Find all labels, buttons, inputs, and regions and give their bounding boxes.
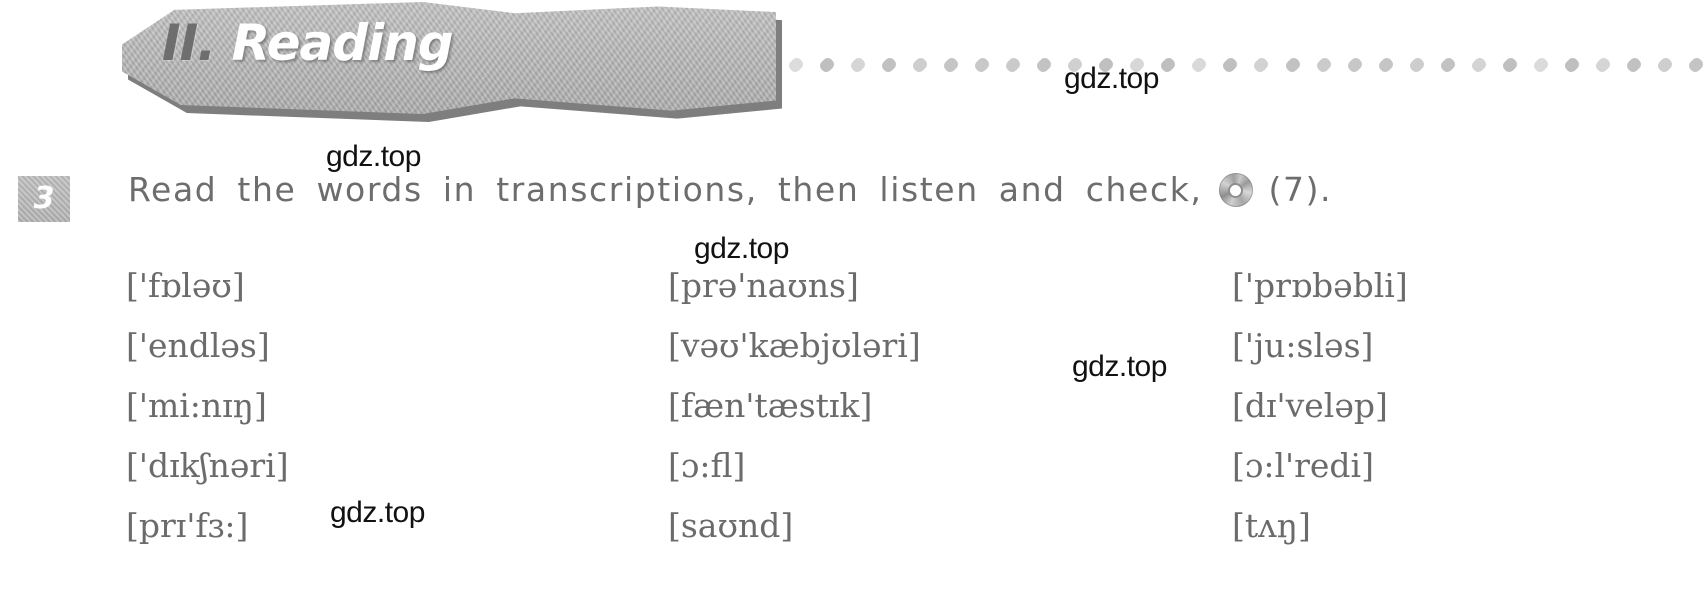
transcription-item: [dɪ'veləp] [1232, 386, 1388, 425]
rule-dot-icon [1686, 55, 1706, 75]
transcription-column-2: [prə'naʊns] [vəʊ'kæbjʊləri] [fæn'tæstɪk]… [668, 256, 921, 556]
watermark: gdz.top [1072, 350, 1167, 383]
rule-dot-icon [1407, 55, 1426, 75]
rule-dot-icon [1345, 55, 1364, 75]
transcription-item: ['fɒləʊ] [126, 266, 245, 305]
rule-dot-icon [1500, 55, 1519, 75]
transcription-item: [saʊnd] [668, 506, 794, 545]
watermark: gdz.top [1064, 62, 1159, 95]
watermark: gdz.top [326, 140, 421, 173]
rule-dot-icon [972, 55, 992, 75]
rule-dot-icon [1283, 55, 1302, 75]
rule-dot-icon [1376, 55, 1395, 75]
transcription-item: ['prɒbəbli] [1232, 266, 1408, 305]
rule-dot-icon [1035, 55, 1054, 75]
rule-dot-icon [1221, 55, 1240, 75]
rule-dot-icon [1004, 55, 1023, 75]
section-banner: II. Reading [122, 2, 782, 124]
transcription-item: ['ju:sləs] [1232, 326, 1374, 365]
rule-dot-icon [1190, 55, 1209, 75]
transcription-item: [ɔ:l'redi] [1232, 446, 1374, 485]
worksheet-page: II. Reading 3 Read the words in transcri… [0, 0, 1707, 615]
transcription-column-3: ['prɒbəbli] ['ju:sləs] [dɪ'veləp] [ɔ:l'r… [1232, 256, 1408, 556]
transcription-item: [fæn'tæstɪk] [668, 386, 873, 425]
rule-dot-icon [910, 55, 930, 75]
exercise-number-badge: 3 [18, 176, 70, 222]
rule-dot-icon [848, 55, 868, 75]
rule-dot-icon [1159, 55, 1178, 75]
rule-dot-icon [1438, 55, 1457, 75]
rule-dot-icon [941, 55, 961, 75]
transcription-column-1: ['fɒləʊ] ['endləs] ['mi:nɪŋ] ['dɪkʃnəri]… [126, 256, 289, 556]
rule-dot-icon [1562, 55, 1581, 75]
transcription-columns: ['fɒləʊ] ['endləs] ['mi:nɪŋ] ['dɪkʃnəri]… [0, 256, 1707, 566]
cd-disc-icon [1218, 173, 1253, 208]
rule-dot-icon [1531, 55, 1550, 75]
banner-section-title: Reading [231, 14, 454, 72]
exercise-instruction: Read the words in transcriptions, then l… [128, 170, 1333, 209]
banner-label: II. Reading [162, 18, 454, 68]
rule-dot-icon [1469, 55, 1488, 75]
transcription-item: ['mi:nɪŋ] [126, 386, 267, 425]
rule-dot-icon [1624, 55, 1644, 75]
transcription-item: ['endləs] [126, 326, 270, 365]
transcription-item: [ɔ:fl] [668, 446, 746, 485]
rule-dot-icon [879, 55, 899, 75]
watermark: gdz.top [330, 496, 425, 529]
rule-dot-icon [1593, 55, 1613, 75]
rule-dot-icon [1655, 55, 1675, 75]
rule-dot-icon [1314, 55, 1333, 75]
exercise-instruction-text: Read the words in transcriptions, then l… [128, 170, 1203, 209]
transcription-item: [prɪ'fɜ:] [126, 506, 249, 545]
transcription-item: ['dɪkʃnəri] [126, 446, 289, 485]
rule-dot-icon [817, 55, 837, 75]
rule-dot-icon [786, 55, 806, 75]
banner-section-number: II. [162, 14, 216, 72]
dotted-rule-icon [786, 55, 1706, 75]
rule-dot-icon [1252, 55, 1271, 75]
exercise-track-reference: (7). [1268, 170, 1333, 209]
transcription-item: [tʌŋ] [1232, 506, 1311, 545]
watermark: gdz.top [694, 232, 789, 265]
transcription-item: [vəʊ'kæbjʊləri] [668, 326, 921, 365]
